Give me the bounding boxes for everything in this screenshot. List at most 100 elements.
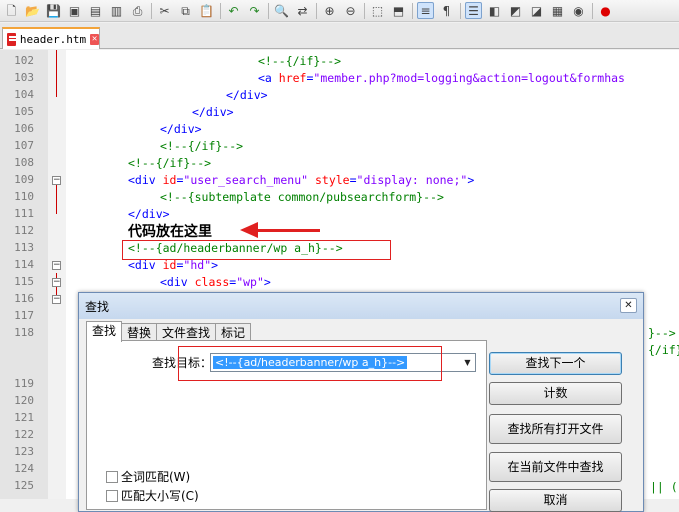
find-icon[interactable]: 🔍 (273, 2, 290, 19)
line-number: 112 (14, 224, 34, 237)
whole-word-label: 全词匹配(W) (121, 470, 191, 484)
line-number: 111 (14, 207, 34, 220)
document-tabbar: header.htm ✕ (0, 23, 679, 49)
line-number: 118 (14, 326, 34, 339)
line-number: 104 (14, 88, 34, 101)
folder-workspace-icon[interactable]: ▦ (549, 2, 566, 19)
code-line-104: </div> (226, 88, 268, 102)
find-dialog: 查找 ✕ 查找 替换 文件查找 标记 查找目标： <!--{ad/headerb… (78, 292, 644, 512)
chevron-down-icon[interactable]: ▼ (460, 354, 475, 371)
code-line-109: <div id="user_search_menu" style="displa… (128, 173, 475, 187)
whole-word-checkbox[interactable] (106, 470, 118, 483)
fold-toggle[interactable]: − (52, 176, 61, 185)
line-number: 115 (14, 275, 34, 288)
line-number: 123 (14, 445, 34, 458)
cut-icon[interactable]: ✂ (156, 2, 173, 19)
whole-word-option[interactable]: 全词匹配(W) (106, 468, 190, 485)
word-wrap-icon[interactable]: ≡ (417, 2, 434, 19)
dialog-titlebar[interactable]: 查找 ✕ (79, 293, 643, 319)
fold-line (56, 50, 57, 97)
code-line-115: <div class="wp"> (160, 275, 271, 289)
code-line-103: <a href="member.php?mod=logging&action=l… (258, 71, 625, 85)
match-case-checkbox[interactable] (106, 489, 118, 502)
line-number: 121 (14, 411, 34, 424)
indent-guide-icon[interactable]: ☰ (465, 2, 482, 19)
fold-toggle[interactable]: − (52, 261, 61, 270)
code-line-111: </div> (128, 207, 170, 221)
fold-toggle[interactable]: − (52, 295, 61, 304)
tab-close-icon[interactable]: ✕ (90, 33, 99, 45)
line-number: 122 (14, 428, 34, 441)
code-line-118-tail2: {/if} (648, 343, 679, 357)
copy-icon[interactable]: ⧉ (177, 2, 194, 19)
line-number: 102 (14, 54, 34, 67)
find-next-button[interactable]: 查找下一个 (489, 352, 622, 375)
code-line-114: <div id="hd"> (128, 258, 219, 272)
dialog-tabs: 查找 替换 文件查找 标记 (86, 321, 252, 342)
line-number: 124 (14, 462, 34, 475)
annotation-arrow-line (256, 229, 320, 232)
fold-toggle[interactable]: − (52, 278, 61, 287)
function-list-icon[interactable]: ◩ (507, 2, 524, 19)
code-line-125-tail: || ( (650, 480, 678, 494)
undo-icon[interactable]: ↶ (225, 2, 242, 19)
count-button[interactable]: 计数 (489, 382, 622, 405)
show-all-chars-icon[interactable]: ¶ (438, 2, 455, 19)
line-number: 117 (14, 309, 34, 322)
print-icon[interactable]: ⎙ (129, 2, 146, 19)
line-number: 106 (14, 122, 34, 135)
toolbar: 🗋 📂 💾 ▣ ▤ ▥ ⎙ ✂ ⧉ 📋 ↶ ↷ 🔍 ⇄ ⊕ ⊖ ⬚ ⬒ ≡ ¶ … (0, 0, 679, 22)
code-line-118-tail: }--> (648, 326, 676, 340)
dialog-close-icon[interactable]: ✕ (620, 298, 637, 313)
document-map-icon[interactable]: ◪ (528, 2, 545, 19)
language-icon[interactable]: ◧ (486, 2, 503, 19)
code-line-107: <!--{/if}--> (160, 139, 244, 153)
open-file-icon[interactable]: 📂 (24, 2, 41, 19)
save-icon[interactable]: 💾 (45, 2, 62, 19)
line-number: 125 (14, 479, 34, 492)
close-all-icon[interactable]: ▥ (108, 2, 125, 19)
paste-icon[interactable]: 📋 (198, 2, 215, 19)
cancel-button[interactable]: 取消 (489, 489, 622, 512)
zoom-out-icon[interactable]: ⊖ (342, 2, 359, 19)
line-number: 109 (14, 173, 34, 186)
code-line-106: </div> (160, 122, 202, 136)
find-all-open-button[interactable]: 查找所有打开文件 (489, 414, 622, 444)
line-number: 113 (14, 241, 34, 254)
highlight-box-find (178, 346, 442, 381)
tab-find[interactable]: 查找 (86, 321, 123, 342)
line-number: 110 (14, 190, 34, 203)
line-number: 114 (14, 258, 34, 271)
new-file-icon[interactable]: 🗋 (3, 2, 20, 19)
redo-icon[interactable]: ↷ (246, 2, 263, 19)
line-number: 119 (14, 377, 34, 390)
tab-header-htm[interactable]: header.htm ✕ (2, 27, 100, 49)
monitor-icon[interactable]: ◉ (570, 2, 587, 19)
replace-icon[interactable]: ⇄ (294, 2, 311, 19)
code-line-108: <!--{/if}--> (128, 156, 212, 170)
line-number: 105 (14, 105, 34, 118)
code-line-110: <!--{subtemplate common/pubsearchform}--… (160, 190, 444, 204)
line-number: 120 (14, 394, 34, 407)
annotation-text: 代码放在这里 (128, 224, 212, 240)
line-number: 108 (14, 156, 34, 169)
fold-margin (48, 50, 66, 499)
dialog-title: 查找 (85, 299, 110, 314)
close-file-icon[interactable]: ▤ (87, 2, 104, 19)
record-macro-icon[interactable]: ● (597, 2, 614, 19)
highlight-box (122, 240, 391, 260)
match-case-option[interactable]: 匹配大小写(C) (106, 487, 199, 504)
code-line-105: </div> (192, 105, 234, 119)
sync-horizontal-icon[interactable]: ⬒ (390, 2, 407, 19)
sync-vertical-icon[interactable]: ⬚ (369, 2, 386, 19)
line-number: 116 (14, 292, 34, 305)
line-number: 107 (14, 139, 34, 152)
find-in-current-button[interactable]: 在当前文件中查找 (489, 452, 622, 482)
zoom-in-icon[interactable]: ⊕ (321, 2, 338, 19)
tab-label: header.htm (19, 32, 87, 46)
code-line-102: <!--{/if}--> (258, 54, 342, 68)
save-all-icon[interactable]: ▣ (66, 2, 83, 19)
line-number: 103 (14, 71, 34, 84)
match-case-label: 匹配大小写(C) (121, 489, 199, 503)
file-icon (7, 32, 16, 46)
